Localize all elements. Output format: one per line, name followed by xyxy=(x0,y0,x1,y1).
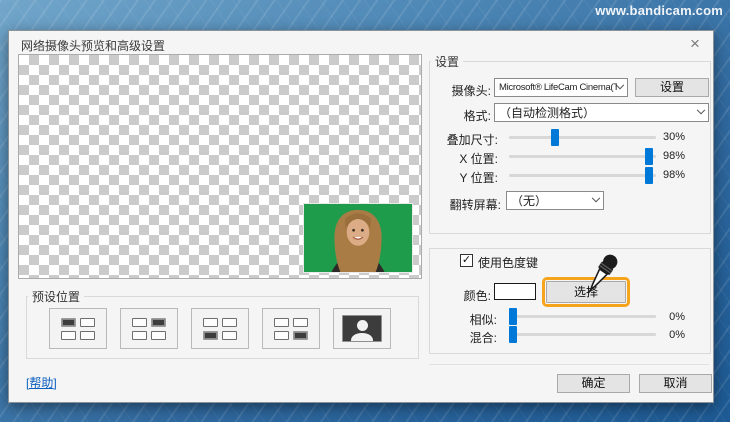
blend-label: 混合: xyxy=(439,329,497,346)
overlay-size-value: 30% xyxy=(639,131,685,143)
eyedropper-icon xyxy=(574,247,634,311)
format-value: （自动检测格式） xyxy=(499,104,698,121)
cancel-button[interactable]: 取消 xyxy=(639,374,712,393)
camera-value: Microsoft® LifeCam Cinema(TM) xyxy=(499,82,617,93)
preset-top-left-button[interactable] xyxy=(49,308,107,349)
x-position-slider[interactable] xyxy=(509,155,656,158)
use-chroma-key-checkbox[interactable]: ✓ xyxy=(460,254,473,267)
similarity-slider[interactable] xyxy=(509,315,656,318)
webcam-overlay-image[interactable] xyxy=(303,203,413,273)
footer-separator xyxy=(429,364,709,365)
format-label: 格式: xyxy=(429,107,491,124)
bandicam-watermark: www.bandicam.com xyxy=(595,3,723,18)
camera-settings-button[interactable]: 设置 xyxy=(635,78,709,97)
x-position-value: 98% xyxy=(639,150,685,162)
chevron-down-icon xyxy=(592,193,600,201)
position-top-left-icon xyxy=(61,318,95,340)
preset-buttons-row xyxy=(49,308,391,349)
similarity-value: 0% xyxy=(639,311,685,323)
color-label: 颜色: xyxy=(439,287,491,304)
overlay-size-label: 叠加尺寸: xyxy=(429,131,498,148)
y-position-label: Y 位置: xyxy=(429,169,498,186)
position-bottom-right-icon xyxy=(274,318,308,340)
webcam-preview-area[interactable] xyxy=(18,54,422,279)
blend-value: 0% xyxy=(639,329,685,341)
close-icon[interactable]: × xyxy=(685,34,705,54)
slider-thumb[interactable] xyxy=(509,308,517,325)
settings-group-label: 设置 xyxy=(431,53,463,70)
y-position-slider[interactable] xyxy=(509,174,656,177)
desktop-background: www.bandicam.com 网络摄像头预览和高级设置 × 预设位置 xyxy=(0,0,730,422)
dialog-title: 网络摄像头预览和高级设置 xyxy=(21,37,165,54)
preset-group-label: 预设位置 xyxy=(28,288,84,305)
fullscreen-person-icon xyxy=(342,315,382,342)
webcam-settings-dialog: 网络摄像头预览和高级设置 × 预设位置 xyxy=(8,30,714,403)
preset-bottom-left-button[interactable] xyxy=(191,308,249,349)
ok-button[interactable]: 确定 xyxy=(557,374,630,393)
camera-label: 摄像头: xyxy=(429,82,491,99)
overlay-size-slider[interactable] xyxy=(509,136,656,139)
chevron-down-icon xyxy=(616,80,624,88)
format-select[interactable]: （自动检测格式） xyxy=(494,103,709,122)
help-link[interactable]: [帮助] xyxy=(26,374,57,391)
preset-fullscreen-button[interactable] xyxy=(333,308,391,349)
slider-thumb[interactable] xyxy=(551,129,559,146)
x-position-label: X 位置: xyxy=(429,150,498,167)
flip-screen-select[interactable]: （无） xyxy=(506,191,604,210)
y-position-value: 98% xyxy=(639,169,685,181)
slider-thumb[interactable] xyxy=(509,326,517,343)
use-chroma-key-label: 使用色度键 xyxy=(478,254,548,271)
blend-slider[interactable] xyxy=(509,333,656,336)
flip-screen-value: （无） xyxy=(511,192,593,209)
position-bottom-left-icon xyxy=(203,318,237,340)
camera-select[interactable]: Microsoft® LifeCam Cinema(TM) xyxy=(494,78,628,97)
flip-screen-label: 翻转屏幕: xyxy=(429,196,501,213)
chevron-down-icon xyxy=(697,105,705,113)
similarity-label: 相似: xyxy=(439,311,497,328)
position-top-right-icon xyxy=(132,318,166,340)
preset-bottom-right-button[interactable] xyxy=(262,308,320,349)
color-swatch[interactable] xyxy=(494,283,536,300)
preset-top-right-button[interactable] xyxy=(120,308,178,349)
